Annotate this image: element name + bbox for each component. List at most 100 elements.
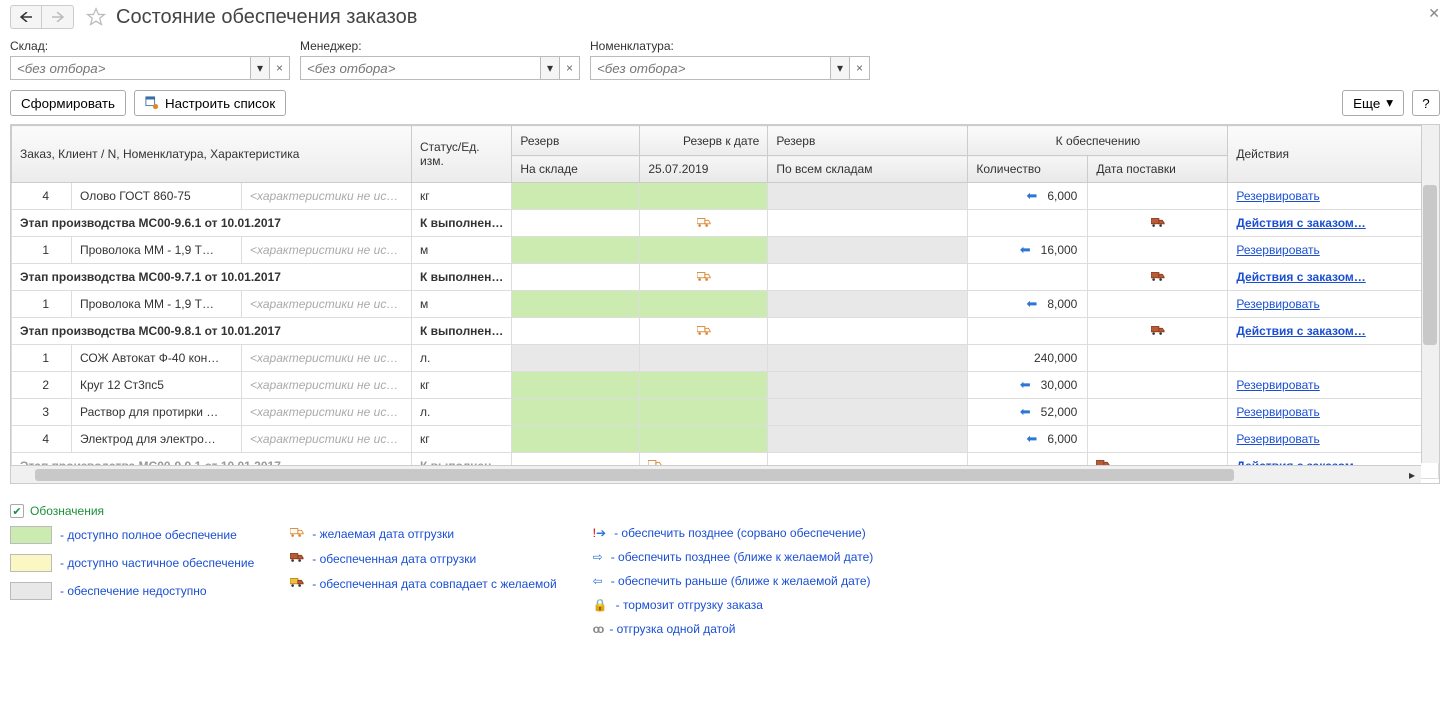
reserve-to-date bbox=[640, 237, 768, 264]
col-sub-date[interactable]: 25.07.2019 bbox=[640, 156, 768, 183]
nomen-name: Круг 12 Ст3пс5 bbox=[72, 372, 242, 399]
col-to-provide[interactable]: К обеспечению bbox=[968, 126, 1228, 156]
table-row[interactable]: 3Раствор для протирки …<характеристики н… bbox=[12, 399, 1439, 426]
table-row[interactable]: 1Проволока ММ - 1,9 Т…<характеристики не… bbox=[12, 237, 1439, 264]
legend-text: - отгрузка одной датой bbox=[609, 622, 735, 636]
nomen-name: Электрод для электро… bbox=[72, 426, 242, 453]
col-sub-in-stock[interactable]: На складе bbox=[512, 156, 640, 183]
col-order[interactable]: Заказ, Клиент / N, Номенклатура, Характе… bbox=[12, 126, 412, 183]
legend: ✔ Обозначения - доступно полное обеспече… bbox=[0, 484, 1450, 646]
reserve-in-stock bbox=[512, 291, 640, 318]
order-actions-link[interactable]: Действия с заказом… bbox=[1236, 216, 1365, 230]
col-reserve[interactable]: Резерв bbox=[512, 126, 640, 156]
toolbar: Сформировать Настроить список Еще ▾ ? bbox=[0, 84, 1450, 124]
arrow-right-icon bbox=[52, 12, 64, 22]
swatch-partial bbox=[10, 554, 52, 572]
configure-list-button[interactable]: Настроить список bbox=[134, 90, 286, 116]
characteristics: <характеристики не ис… bbox=[242, 237, 412, 264]
favorite-star-icon[interactable] bbox=[86, 7, 106, 27]
swatch-none bbox=[10, 582, 52, 600]
truck-match-icon bbox=[290, 576, 304, 591]
close-button[interactable]: ✕ bbox=[1428, 5, 1440, 22]
col-actions[interactable]: Действия bbox=[1228, 126, 1439, 183]
filter-manager-clear[interactable]: × bbox=[560, 56, 580, 80]
reserve-all bbox=[768, 291, 968, 318]
group-title: Этап производства МС00-9.7.1 от 10.01.20… bbox=[12, 264, 412, 291]
delivery-date bbox=[1088, 183, 1228, 210]
col-sub-all[interactable]: По всем складам bbox=[768, 156, 968, 183]
table-row[interactable]: 4Электрод для электро…<характеристики не… bbox=[12, 426, 1439, 453]
col-sub-delivery[interactable]: Дата поставки bbox=[1088, 156, 1228, 183]
configure-list-label: Настроить список bbox=[165, 96, 275, 111]
reserve-in-stock bbox=[512, 237, 640, 264]
filter-warehouse-dropdown[interactable]: ▾ bbox=[250, 56, 270, 80]
nav-forward-button[interactable] bbox=[42, 5, 74, 29]
order-actions-link[interactable]: Действия с заказом… bbox=[1236, 324, 1365, 338]
more-menu-label: Еще bbox=[1353, 96, 1380, 111]
run-button[interactable]: Сформировать bbox=[10, 90, 126, 116]
group-status: К выполнен… bbox=[412, 210, 512, 237]
delivery-date bbox=[1088, 237, 1228, 264]
scroll-right-icon[interactable]: ▸ bbox=[1405, 468, 1419, 482]
to-provide-qty: 240,000 bbox=[968, 345, 1088, 372]
row-action: Резервировать bbox=[1228, 291, 1439, 318]
reserve-link[interactable]: Резервировать bbox=[1236, 189, 1319, 203]
row-action: Резервировать bbox=[1228, 372, 1439, 399]
legend-text: - обеспечение недоступно bbox=[60, 584, 207, 598]
truck-provided-icon bbox=[290, 551, 304, 566]
table-row[interactable]: 4Олово ГОСТ 860-75<характеристики не ис…… bbox=[12, 183, 1439, 210]
reserve-link[interactable]: Резервировать bbox=[1236, 297, 1319, 311]
group-row[interactable]: Этап производства МС00-9.8.1 от 10.01.20… bbox=[12, 318, 1439, 345]
nomen-name: Раствор для протирки … bbox=[72, 399, 242, 426]
col-status[interactable]: Статус/Ед. изм. bbox=[412, 126, 512, 183]
filter-nomen-dropdown[interactable]: ▾ bbox=[830, 56, 850, 80]
legend-header[interactable]: ✔ Обозначения bbox=[10, 504, 1440, 518]
group-row[interactable]: Этап производства МС00-9.6.1 от 10.01.20… bbox=[12, 210, 1439, 237]
filter-manager-input[interactable] bbox=[300, 56, 540, 80]
reserve-link[interactable]: Резервировать bbox=[1236, 432, 1319, 446]
arrow-left-blue-icon: ⬅ bbox=[1026, 296, 1037, 311]
col-reserve-to[interactable]: Резерв к дате bbox=[640, 126, 768, 156]
filter-nomen: Номенклатура: ▾ × bbox=[590, 39, 870, 80]
filter-nomen-input[interactable] bbox=[590, 56, 830, 80]
nav-back-button[interactable] bbox=[10, 5, 42, 29]
table-row[interactable]: 1СОЖ Автокат Ф-40 кон…<характеристики не… bbox=[12, 345, 1439, 372]
lock-icon: 🔒 bbox=[593, 598, 608, 612]
col-sub-qty[interactable]: Количество bbox=[968, 156, 1088, 183]
arrow-left-blue-icon: ⬅ bbox=[1020, 377, 1031, 392]
legend-toggle-checkbox[interactable]: ✔ bbox=[10, 504, 24, 518]
unit: кг bbox=[412, 426, 512, 453]
help-label: ? bbox=[1422, 96, 1429, 111]
to-provide-qty: ⬅ 30,000 bbox=[968, 372, 1088, 399]
order-actions-link[interactable]: Действия с заказом… bbox=[1236, 270, 1365, 284]
filter-nomen-clear[interactable]: × bbox=[850, 56, 870, 80]
col-reserve2[interactable]: Резерв bbox=[768, 126, 968, 156]
group-status: К выполнен… bbox=[412, 264, 512, 291]
delivery-date bbox=[1088, 426, 1228, 453]
arrow-early-icon: ⇦ bbox=[593, 574, 603, 588]
filter-manager-dropdown[interactable]: ▾ bbox=[540, 56, 560, 80]
row-number: 3 bbox=[12, 399, 72, 426]
vertical-scrollbar[interactable] bbox=[1421, 125, 1439, 463]
table-row[interactable]: 2Круг 12 Ст3пс5<характеристики не ис…кг⬅… bbox=[12, 372, 1439, 399]
reserve-to-date bbox=[640, 291, 768, 318]
scrollbar-thumb[interactable] bbox=[1423, 185, 1437, 345]
group-status: К выполнен… bbox=[412, 318, 512, 345]
nomen-name: Олово ГОСТ 860-75 bbox=[72, 183, 242, 210]
horizontal-scrollbar[interactable]: ▸ bbox=[11, 465, 1421, 483]
reserve-link[interactable]: Резервировать bbox=[1236, 243, 1319, 257]
reserve-link[interactable]: Резервировать bbox=[1236, 405, 1319, 419]
table-row[interactable]: 1Проволока ММ - 1,9 Т…<характеристики не… bbox=[12, 291, 1439, 318]
to-provide-qty: ⬅ 52,000 bbox=[968, 399, 1088, 426]
help-button[interactable]: ? bbox=[1412, 90, 1440, 116]
reserve-link[interactable]: Резервировать bbox=[1236, 378, 1319, 392]
legend-text: - обеспечить позднее (сорвано обеспечени… bbox=[614, 526, 866, 540]
more-menu-button[interactable]: Еще ▾ bbox=[1342, 90, 1404, 116]
unit: л. bbox=[412, 399, 512, 426]
group-row[interactable]: Этап производства МС00-9.7.1 от 10.01.20… bbox=[12, 264, 1439, 291]
filter-warehouse-input[interactable] bbox=[10, 56, 250, 80]
characteristics: <характеристики не ис… bbox=[242, 372, 412, 399]
to-provide-qty: ⬅ 8,000 bbox=[968, 291, 1088, 318]
scrollbar-thumb-h[interactable] bbox=[35, 469, 1234, 481]
filter-warehouse-clear[interactable]: × bbox=[270, 56, 290, 80]
